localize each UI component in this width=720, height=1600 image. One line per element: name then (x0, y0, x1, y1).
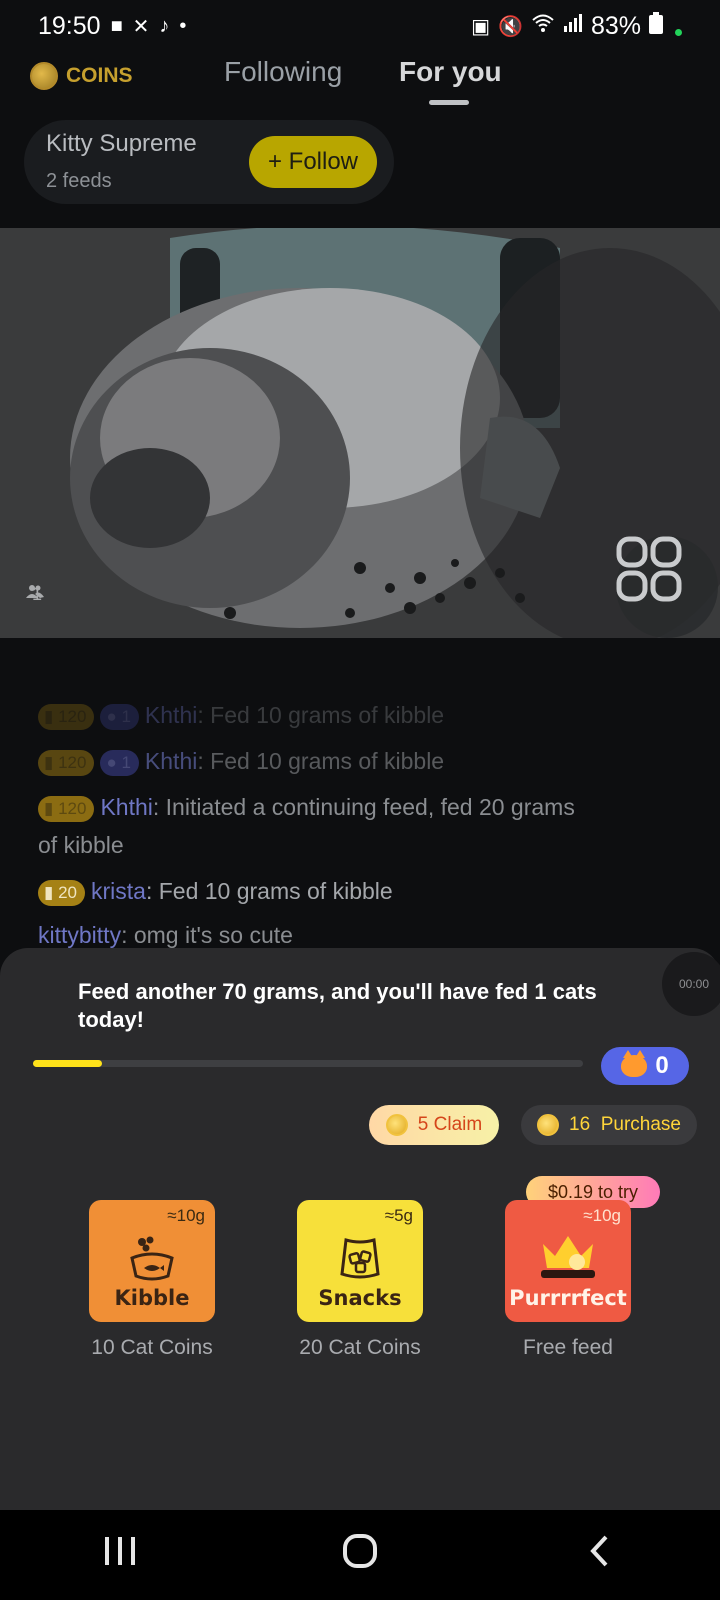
coins-label: COINS (66, 64, 133, 87)
cat-badge: ● 1 (100, 703, 139, 730)
chat-text: : Fed 10 grams of kibble (197, 748, 445, 774)
cat-face-icon (621, 1050, 648, 1077)
cats-fed-badge: 0 (601, 1047, 689, 1085)
chat-text: : Initiated a continuing feed, fed 20 gr… (152, 794, 575, 820)
tiktok-icon: ♪ (159, 14, 170, 37)
coins-button[interactable]: COINS (30, 62, 133, 90)
snack-bag-icon (340, 1238, 380, 1279)
purchase-coins-button[interactable]: 16 Purchase (521, 1105, 697, 1145)
back-button[interactable] (540, 1534, 660, 1577)
status-time: 19:50 (38, 11, 101, 40)
video-camera-icon: ■ (110, 14, 123, 37)
product-weight: ≈5g (384, 1206, 413, 1225)
coin-icon (537, 1114, 559, 1136)
feed-badge: ▮ 120 (38, 703, 95, 730)
tab-following[interactable]: Following (224, 56, 342, 88)
recent-apps-icon (105, 1536, 135, 1565)
chat-username[interactable]: kittybitty (38, 922, 121, 948)
camera-grid-button[interactable] (616, 536, 718, 638)
recent-apps-button[interactable] (60, 1535, 180, 1576)
product-price: 20 Cat Coins (299, 1336, 421, 1359)
feed-bottom-sheet: Feed another 70 grams, and you'll have f… (0, 948, 720, 1510)
privacy-indicator-dot (675, 28, 682, 36)
product-price: 10 Cat Coins (91, 1336, 213, 1359)
live-video[interactable]: 1 (0, 228, 720, 638)
product-kibble[interactable]: ≈10g Kibble 10 Cat Coins (89, 1200, 215, 1360)
status-left: 19:50 ■ ✕ ♪ • (38, 12, 186, 41)
crown-icon (541, 1236, 595, 1278)
snacks-tile[interactable]: ≈5g Snacks (297, 1200, 423, 1322)
signal-icon (563, 14, 583, 38)
feed-progress-fill (33, 1060, 102, 1067)
cats-fed-count: 0 (655, 1052, 669, 1079)
product-weight: ≈10g (167, 1206, 205, 1225)
chat-text: : Fed 10 grams of kibble (145, 878, 393, 904)
chat-text-continued: of kibble (38, 832, 124, 858)
battery-icon (649, 11, 663, 41)
product-snacks[interactable]: ≈5g Snacks 20 Cat Coins (297, 1200, 423, 1360)
feed-badge: ▮ 120 (38, 749, 95, 776)
claim-coin-amount: 5 (417, 1114, 429, 1135)
wifi-icon (531, 13, 555, 39)
status-bar: 19:50 ■ ✕ ♪ • ▣ 🔇 83% (0, 0, 720, 52)
purrrrfect-tile[interactable]: ≈10g Purrrrfect (505, 1200, 631, 1322)
feed-badge: ▮ 120 (38, 795, 95, 822)
feeder-info-chip[interactable]: Kitty Supreme 2 feeds + Follow (24, 120, 394, 204)
chat-username[interactable]: krista (91, 878, 146, 904)
feed-badge: ▮ 20 (38, 879, 85, 906)
claim-label: Claim (433, 1114, 483, 1135)
home-button[interactable] (300, 1533, 420, 1578)
kibble-tile[interactable]: ≈10g Kibble (89, 1200, 215, 1322)
feed-progress-bar (33, 1060, 583, 1067)
food-bowl-icon (130, 1236, 174, 1281)
more-notifications-icon: • (179, 14, 187, 37)
battery-percent: 83% (590, 11, 641, 40)
feeder-feed-count: 2 feeds (46, 170, 112, 192)
chat-username[interactable]: Khthi (100, 794, 152, 820)
mute-icon: 🔇 (498, 15, 523, 38)
purchase-coin-amount: 16 (569, 1114, 591, 1135)
back-icon (590, 1535, 608, 1566)
product-name: Kibble (114, 1286, 190, 1310)
chat-text: : omg it's so cute (121, 922, 293, 948)
capcut-icon: ✕ (132, 15, 150, 38)
chat-text: : Fed 10 grams of kibble (197, 702, 445, 728)
feed-goal-text: Feed another 70 grams, and you'll have f… (78, 979, 597, 1032)
status-right: ▣ 🔇 83% (471, 11, 682, 41)
cat-badge: ● 1 (100, 749, 139, 776)
system-nav-bar (0, 1510, 720, 1600)
video-frame-graphic (0, 228, 720, 638)
follow-button[interactable]: + Follow (249, 136, 377, 188)
active-tab-indicator (429, 100, 469, 105)
product-price: Free feed (523, 1336, 613, 1359)
product-purrrrfect[interactable]: ≈10g Purrrrfect Free feed (505, 1200, 631, 1360)
top-nav: COINS Following For you (0, 52, 720, 112)
product-weight: ≈10g (583, 1206, 621, 1225)
chat-message: ▮ 120 ● 1 Khthi: Fed 10 grams of kibble (38, 702, 444, 730)
feeder-name: Kitty Supreme (46, 130, 197, 157)
chat-username[interactable]: Khthi (145, 702, 197, 728)
chat-message: ▮ 120 Khthi: Initiated a continuing feed,… (38, 794, 575, 822)
claim-coins-button[interactable]: 5 Claim (369, 1105, 499, 1145)
viewer-count: 1 (26, 584, 44, 605)
feed-timer: 00:00 (662, 952, 720, 1016)
home-icon (343, 1533, 377, 1568)
chat-message: kittybitty: omg it's so cute (38, 922, 293, 949)
battery-saver-icon: ▣ (471, 15, 491, 38)
coin-icon (385, 1114, 408, 1136)
product-name: Snacks (318, 1286, 402, 1310)
coin-icon (30, 62, 58, 90)
chat-message: ▮ 120 ● 1 Khthi: Fed 10 grams of kibble (38, 748, 444, 776)
grid-icon (616, 536, 682, 602)
purchase-label: Purchase (600, 1114, 681, 1135)
chat-username[interactable]: Khthi (145, 748, 197, 774)
tab-for-you[interactable]: For you (399, 56, 502, 88)
chat-message: ▮ 20 krista: Fed 10 grams of kibble (38, 878, 393, 906)
product-name: Purrrrfect (509, 1286, 627, 1310)
